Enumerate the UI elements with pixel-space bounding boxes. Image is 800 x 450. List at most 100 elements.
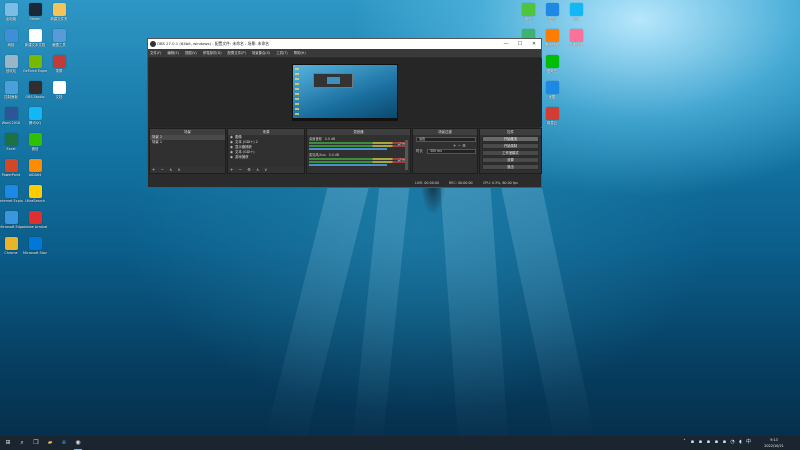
volume-meter	[309, 161, 407, 163]
desktop-icon-label: Adobe Acrobat	[23, 225, 47, 229]
speaker-icon[interactable]: 🔊⚙	[398, 142, 405, 146]
desktop-icon[interactable]: Word 2016	[0, 107, 23, 125]
menu-file[interactable]: 文件(F)	[150, 49, 161, 57]
edge-icon[interactable]: e	[59, 438, 69, 448]
sources-toolbar[interactable]: + − ⚙ ∧ ∨	[228, 167, 304, 173]
desktop-icon[interactable]: 腾讯视频	[540, 29, 564, 47]
speaker-icon[interactable]: 🔊⚙	[398, 158, 405, 162]
ime-icon[interactable]: 中	[746, 438, 751, 446]
transition-add-remove[interactable]: + − ⚙	[453, 143, 466, 148]
tray-app-icon[interactable]: ▪	[714, 438, 719, 446]
desktop-icon[interactable]: 优酷	[540, 81, 564, 99]
maximize-button[interactable]: ☐	[513, 39, 527, 49]
menu-profile[interactable]: 配置文件(P)	[228, 49, 246, 57]
menu-view[interactable]: 视图(V)	[185, 49, 197, 57]
duration-input[interactable]: 300 ms	[427, 149, 476, 154]
app-icon	[521, 3, 535, 16]
desktop-icon[interactable]: Microsoft Store	[23, 237, 47, 255]
desktop-icon[interactable]: 微信	[23, 133, 47, 151]
desktop-icon[interactable]: Microsoft Edge	[0, 211, 23, 229]
desktop-icon[interactable]: Internet Explorer	[0, 185, 23, 203]
obs-icon[interactable]: ◉	[73, 438, 83, 450]
menu-scene-collection[interactable]: 场景集合(S)	[252, 49, 270, 57]
desktop-icon[interactable]: 新建文件夹	[47, 3, 71, 21]
menu-edit[interactable]: 编辑(E)	[167, 49, 179, 57]
app-icon	[569, 3, 583, 16]
app-icon	[52, 3, 66, 16]
source-item-label: 文本 (GDI+) 2	[235, 140, 258, 144]
minimize-button[interactable]: —	[499, 39, 513, 49]
start-recording-button[interactable]: 开始录制	[482, 143, 539, 149]
desktop-icon[interactable]: QQ	[564, 3, 588, 21]
desktop-icon[interactable]: 截图工具	[47, 29, 71, 47]
desktop-icon[interactable]: 腾讯QQ	[23, 107, 47, 125]
mixer-scrollbar[interactable]	[405, 140, 408, 170]
menu-docks[interactable]: 停靠部件(D)	[203, 49, 222, 57]
tray-app-icon[interactable]: ▪	[722, 438, 727, 446]
network-icon[interactable]: ◔	[730, 438, 735, 446]
volume-slider[interactable]	[309, 148, 388, 150]
desktop-icon[interactable]: OBS Studio	[23, 81, 47, 99]
desktop-icon[interactable]: 酷狗	[540, 3, 564, 21]
desktop-icon[interactable]: Chrome	[0, 237, 23, 255]
desktop-icon[interactable]: 哔哩哔哩	[564, 29, 588, 47]
start-streaming-button[interactable]: 开始推流	[482, 136, 539, 142]
task-view-icon[interactable]: ❐	[31, 438, 41, 448]
transition-type-select[interactable]: 淡出	[416, 137, 476, 142]
desktop-icon-label: UltraSearch	[25, 199, 45, 203]
taskbar-clock[interactable]: 9:13 2022/10/21	[756, 437, 792, 449]
mixer-channel-db: 0.0 dB	[324, 137, 336, 141]
tray-app-icon[interactable]: ▪	[690, 438, 695, 446]
desktop-icon[interactable]: Adobe Acrobat	[23, 211, 47, 229]
search-icon[interactable]: ⌕	[17, 438, 27, 448]
desktop-icon[interactable]: UltraSearch	[23, 185, 47, 203]
preview-taskbar	[293, 118, 397, 120]
desktop-icon[interactable]: 爱奇艺	[540, 55, 564, 73]
obs-titlebar[interactable]: OBS 27.0.1 (64bit, windows) - 配置文件: 未命名 …	[148, 39, 541, 49]
cpu-status: CPU: 0.3%, 60.00 fps	[483, 181, 518, 185]
preview-area[interactable]	[149, 58, 542, 127]
desktop-icon[interactable]: PowerPoint	[0, 159, 23, 177]
desktop-icon[interactable]: Steam	[23, 3, 47, 21]
scenes-toolbar[interactable]: + − ∧ ∨	[150, 167, 225, 173]
studio-mode-button[interactable]: 工作室模式	[482, 150, 539, 156]
volume-slider[interactable]	[309, 164, 388, 166]
desktop-icon[interactable]: 此电脑	[0, 3, 23, 21]
app-icon	[28, 159, 42, 172]
exit-button[interactable]: 退出	[482, 164, 539, 170]
desktop-icon-label: Excel	[6, 147, 16, 151]
tray-app-icon[interactable]: ▪	[698, 438, 703, 446]
desktop-icon[interactable]: 网络	[0, 29, 23, 47]
desktop-icon[interactable]: 微信	[516, 3, 540, 21]
source-item[interactable]: ◉ 游戏捕获	[228, 155, 304, 160]
obs-title: OBS 27.0.1 (64bit, windows) - 配置文件: 未命名 …	[157, 41, 270, 46]
desktop-icon[interactable]: GeForce Experience	[23, 55, 47, 73]
controls-dock: 控件 开始推流 开始录制 工作室模式 设置 退出	[479, 128, 542, 174]
desktop-icon[interactable]: Excel	[0, 133, 23, 151]
settings-button[interactable]: 设置	[482, 157, 539, 163]
obs-window[interactable]: OBS 27.0.1 (64bit, windows) - 配置文件: 未命名 …	[147, 38, 542, 188]
desktop-icon[interactable]: AIDA64	[23, 159, 47, 177]
tray-chevron-icon[interactable]: ˄	[682, 438, 687, 446]
app-icon	[52, 55, 66, 68]
app-icon	[28, 237, 42, 250]
menu-help[interactable]: 帮助(H)	[294, 49, 306, 57]
desktop-icon-label: Microsoft Store	[23, 251, 47, 255]
desktop-icon[interactable]: 文档	[47, 81, 71, 99]
app-icon	[28, 133, 42, 146]
tray-app-icon[interactable]: ▪	[706, 438, 711, 446]
desktop-icon[interactable]: 网易云	[540, 107, 564, 125]
menu-tools[interactable]: 工具(T)	[276, 49, 288, 57]
volume-icon[interactable]: ◖	[738, 438, 743, 446]
scene-item[interactable]: 场景 1	[150, 140, 225, 145]
file-explorer-icon[interactable]: ▰	[45, 438, 55, 448]
desktop-icon[interactable]: 新建文本文档	[23, 29, 47, 47]
desktop-icon[interactable]: 回收站	[0, 55, 23, 73]
desktop-icon[interactable]: 录屏	[47, 55, 71, 73]
windows-icon[interactable]: ⊞	[3, 438, 13, 448]
close-button[interactable]: ✕	[527, 39, 541, 49]
desktop-icon[interactable]: 控制面板	[0, 81, 23, 99]
app-icon	[569, 29, 583, 42]
desktop-icon-label: QQ	[573, 17, 579, 21]
preview-canvas[interactable]	[292, 64, 398, 121]
